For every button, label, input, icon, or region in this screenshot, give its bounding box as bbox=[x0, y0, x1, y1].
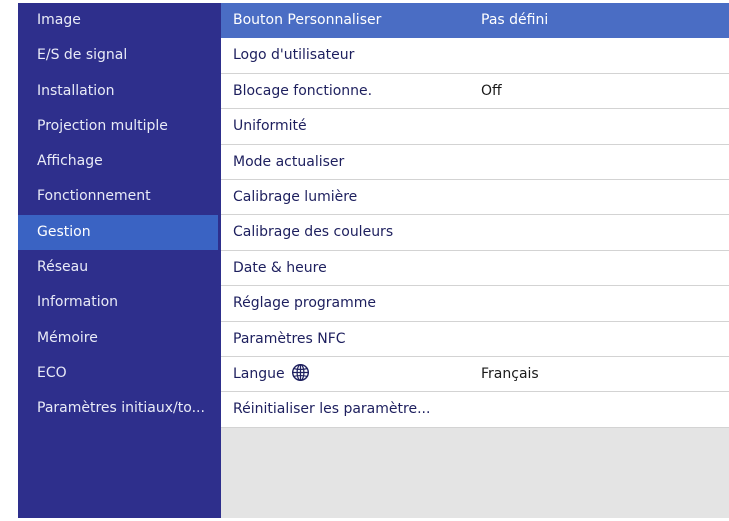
sidebar-item-image[interactable]: Image bbox=[18, 3, 218, 38]
sidebar-item-multi-projection[interactable]: Projection multiple bbox=[18, 109, 218, 144]
sidebar-item-network[interactable]: Réseau bbox=[18, 250, 218, 285]
sidebar-item-eco[interactable]: ECO bbox=[18, 356, 218, 391]
sidebar-item-information[interactable]: Information bbox=[18, 285, 218, 320]
row-label: Paramètres NFC bbox=[233, 330, 346, 347]
sidebar-item-display[interactable]: Affichage bbox=[18, 144, 218, 179]
row-label: Réinitialiser les paramètre... bbox=[233, 401, 431, 418]
settings-panel: Bouton Personnaliser Pas défini Logo d'u… bbox=[221, 3, 729, 518]
row-label: Blocage fonctionne. bbox=[233, 82, 373, 99]
row-value: Pas défini bbox=[481, 12, 549, 28]
settings-row-language[interactable]: Langue Français bbox=[221, 356, 729, 393]
settings-row-uniformity[interactable]: Uniformité bbox=[221, 109, 729, 145]
settings-row-operation-lock[interactable]: Blocage fonctionne. Off bbox=[221, 73, 729, 110]
sidebar-item-installation[interactable]: Installation bbox=[18, 74, 218, 109]
row-label: Langue bbox=[233, 365, 285, 382]
sidebar-item-memory[interactable]: Mémoire bbox=[18, 321, 218, 356]
sidebar-item-management[interactable]: Gestion bbox=[18, 214, 218, 251]
settings-row-nfc[interactable]: Paramètres NFC bbox=[221, 321, 729, 357]
sidebar-item-operation[interactable]: Fonctionnement bbox=[18, 179, 218, 214]
settings-row-reset[interactable]: Réinitialiser les paramètre... bbox=[221, 392, 729, 428]
settings-row-refresh-mode[interactable]: Mode actualiser bbox=[221, 144, 729, 180]
row-label: Calibrage lumière bbox=[233, 188, 358, 205]
row-label: Mode actualiser bbox=[233, 153, 345, 170]
main-menu-sidebar: Image E/S de signal Installation Project… bbox=[18, 3, 218, 518]
globe-icon bbox=[291, 363, 309, 381]
sidebar-item-initial-settings[interactable]: Paramètres initiaux/to... bbox=[18, 391, 218, 426]
row-label: Uniformité bbox=[233, 118, 307, 135]
settings-row-schedule[interactable]: Réglage programme bbox=[221, 286, 729, 322]
row-label-wrap: Langue bbox=[233, 357, 310, 391]
settings-row-custom-button[interactable]: Bouton Personnaliser Pas défini bbox=[221, 3, 729, 39]
row-label: Logo d'utilisateur bbox=[233, 47, 355, 64]
row-label: Date & heure bbox=[233, 259, 327, 276]
projector-menu: Image E/S de signal Installation Project… bbox=[18, 3, 729, 518]
row-label: Calibrage des couleurs bbox=[233, 224, 394, 241]
row-label: Bouton Personnaliser bbox=[233, 12, 382, 28]
settings-row-color-calibration[interactable]: Calibrage des couleurs bbox=[221, 215, 729, 251]
settings-row-date-time[interactable]: Date & heure bbox=[221, 250, 729, 287]
row-label: Réglage programme bbox=[233, 295, 377, 312]
row-value: Français bbox=[481, 365, 539, 382]
settings-row-light-calibration[interactable]: Calibrage lumière bbox=[221, 179, 729, 216]
sidebar-item-signal-io[interactable]: E/S de signal bbox=[18, 38, 218, 73]
row-value: Off bbox=[481, 82, 502, 99]
settings-row-user-logo[interactable]: Logo d'utilisateur bbox=[221, 38, 729, 74]
